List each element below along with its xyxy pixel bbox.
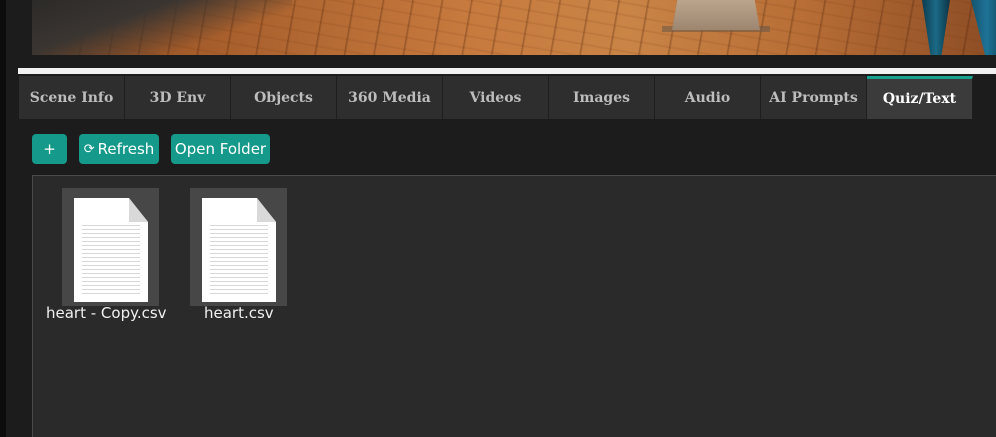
tab-360-media[interactable]: 360 Media — [337, 76, 443, 119]
viewport-floor-shadow — [32, 0, 292, 55]
tab-3d-env[interactable]: 3D Env — [125, 76, 231, 119]
tab-videos[interactable]: Videos — [443, 76, 549, 119]
add-button[interactable]: + — [32, 134, 67, 164]
tab-scene-info[interactable]: Scene Info — [19, 76, 125, 119]
tab-images[interactable]: Images — [549, 76, 655, 119]
tab-bar: Scene Info 3D Env Objects 360 Media Vide… — [19, 76, 973, 119]
refresh-label: Refresh — [97, 140, 155, 158]
tab-ai-prompts[interactable]: AI Prompts — [761, 76, 867, 119]
left-edge-strip — [0, 0, 6, 437]
file-thumbnail — [62, 188, 159, 306]
tab-quiz-text[interactable]: Quiz/Text — [867, 76, 973, 119]
file-item[interactable] — [62, 188, 159, 306]
refresh-icon: ⟳ — [83, 141, 95, 157]
refresh-button[interactable]: ⟳ Refresh — [79, 134, 159, 164]
viewport-teal-pillar-2 — [971, 0, 996, 55]
open-folder-button[interactable]: Open Folder — [171, 134, 270, 164]
file-name: heart.csv — [204, 304, 274, 322]
file-thumbnail — [190, 188, 287, 306]
toolbar: + ⟳ Refresh Open Folder — [32, 134, 270, 164]
file-item[interactable] — [190, 188, 287, 306]
file-name: heart - Copy.csv — [46, 304, 167, 322]
tab-audio[interactable]: Audio — [655, 76, 761, 119]
viewport-stone-object — [672, 0, 760, 30]
viewport-teal-pillar — [922, 0, 950, 55]
scene-3d-viewport[interactable] — [32, 0, 996, 55]
tab-objects[interactable]: Objects — [231, 76, 337, 119]
viewport-divider[interactable] — [18, 68, 996, 74]
file-browser-panel: heart - Copy.csv heart.csv — [32, 175, 996, 437]
